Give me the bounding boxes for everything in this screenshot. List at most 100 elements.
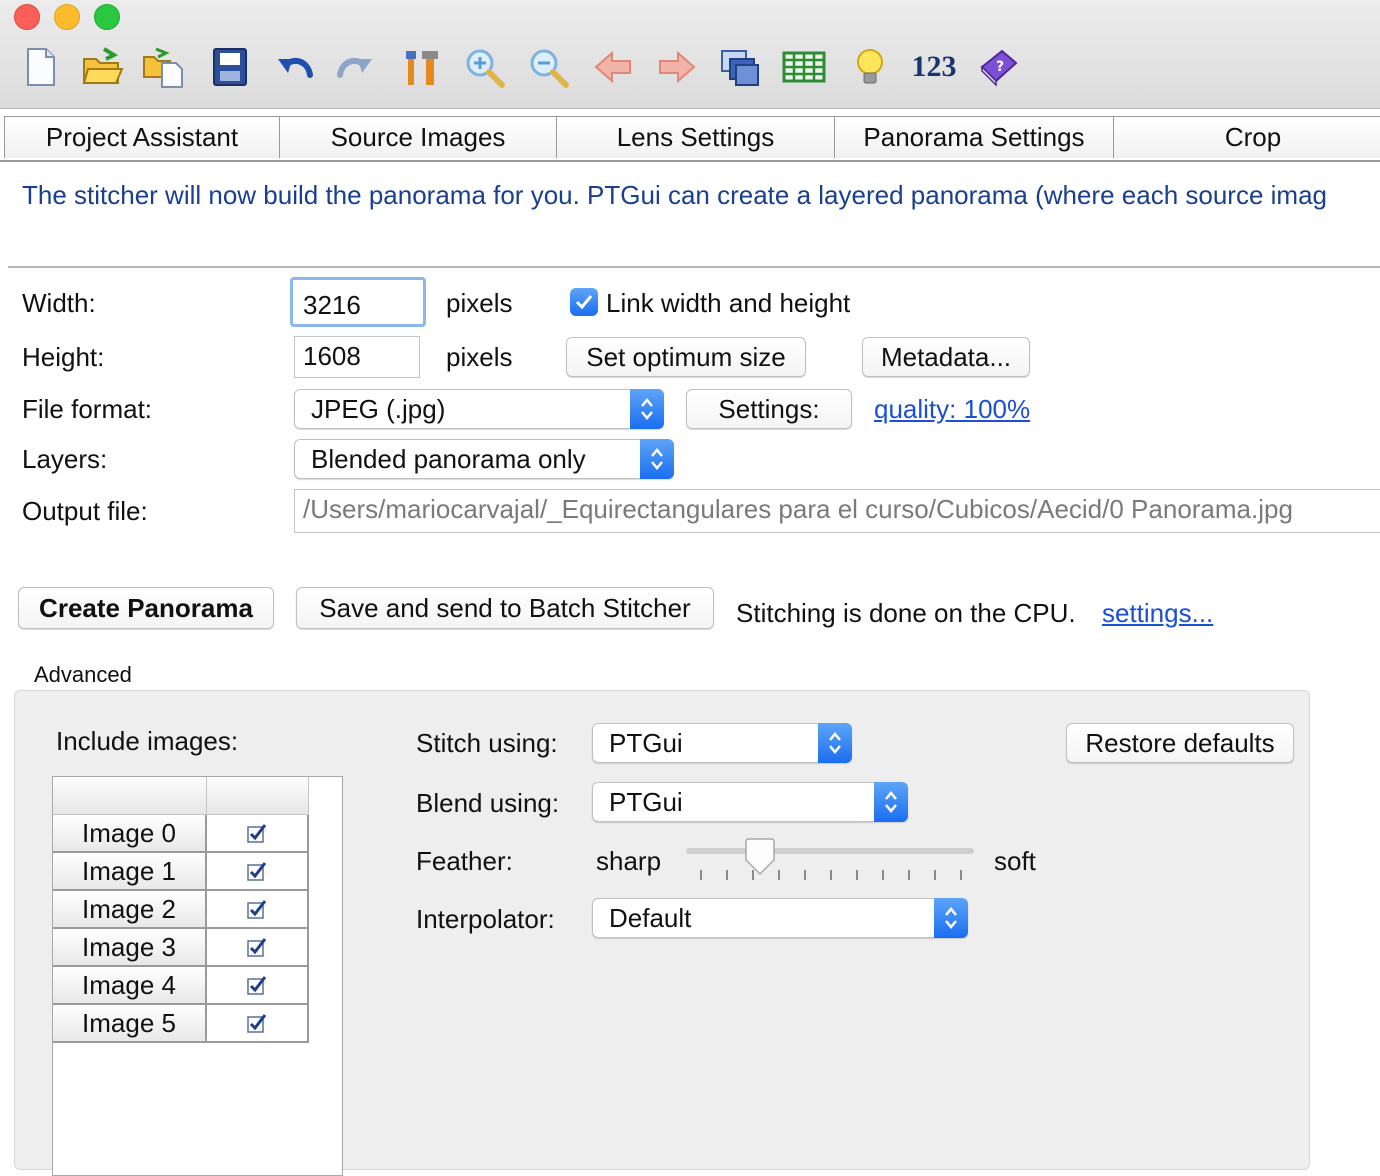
zoom-out-icon[interactable] bbox=[526, 44, 570, 90]
table-header bbox=[207, 777, 309, 815]
open-recent-icon[interactable] bbox=[142, 44, 186, 90]
layers-value: Blended panorama only bbox=[311, 443, 586, 474]
height-unit-label: pixels bbox=[446, 342, 513, 372]
batch-stitcher-button[interactable]: Save and send to Batch Stitcher bbox=[296, 587, 714, 629]
checkbox-checked-icon bbox=[247, 1014, 267, 1033]
checkbox-checked-icon bbox=[247, 976, 267, 995]
width-unit-label: pixels bbox=[446, 288, 513, 318]
stitch-using-value: PTGui bbox=[609, 727, 683, 758]
include-image-checkbox[interactable] bbox=[207, 891, 309, 929]
include-image-checkbox[interactable] bbox=[207, 929, 309, 967]
close-window-button[interactable] bbox=[14, 4, 40, 30]
feather-label: Feather: bbox=[416, 846, 513, 876]
checkbox-checked-icon bbox=[247, 824, 267, 843]
create-panorama-button[interactable]: Create Panorama bbox=[18, 587, 274, 629]
info-text: The stitcher will now build the panorama… bbox=[22, 180, 1327, 210]
arrow-right-icon[interactable] bbox=[654, 44, 698, 90]
select-arrows-icon bbox=[934, 898, 968, 938]
output-file-label: Output file: bbox=[22, 496, 148, 526]
slider-tick bbox=[908, 870, 910, 880]
save-icon[interactable] bbox=[208, 44, 252, 90]
include-image-checkbox[interactable] bbox=[207, 967, 309, 1005]
interpolator-value: Default bbox=[609, 902, 692, 933]
include-image-checkbox[interactable] bbox=[207, 815, 309, 853]
tab-project-assistant[interactable]: Project Assistant bbox=[4, 116, 280, 158]
redo-icon[interactable] bbox=[334, 44, 378, 90]
slider-tick bbox=[804, 870, 806, 880]
layers-select[interactable]: Blended panorama only bbox=[294, 439, 674, 479]
height-input[interactable]: 1608 bbox=[294, 336, 420, 378]
lightbulb-icon[interactable] bbox=[848, 44, 892, 90]
table-icon[interactable] bbox=[782, 44, 826, 90]
stitch-using-select[interactable]: PTGui bbox=[592, 723, 852, 763]
table-row: Image 2 bbox=[53, 891, 309, 929]
toolbar: 123 ? bbox=[0, 0, 1380, 109]
cpu-status-text: Stitching is done on the CPU. bbox=[736, 598, 1076, 628]
interpolator-select[interactable]: Default bbox=[592, 898, 968, 938]
width-input[interactable]: 3216 bbox=[290, 277, 426, 327]
width-label: Width: bbox=[22, 288, 96, 318]
undo-icon[interactable] bbox=[272, 44, 316, 90]
stitch-using-label: Stitch using: bbox=[416, 728, 558, 758]
blend-using-value: PTGui bbox=[609, 786, 683, 817]
feather-soft-label: soft bbox=[994, 846, 1036, 876]
zoom-window-button[interactable] bbox=[94, 4, 120, 30]
file-format-label: File format: bbox=[22, 394, 153, 424]
select-arrows-icon bbox=[640, 439, 674, 479]
tab-panorama-settings[interactable]: Panorama Settings bbox=[834, 116, 1114, 158]
format-settings-button[interactable]: Settings: bbox=[686, 389, 852, 429]
tab-crop[interactable]: Crop bbox=[1113, 116, 1380, 158]
include-images-table: Image 0 Image 1 Image 2 Image 3 Image 4 Image… bbox=[52, 776, 343, 1176]
zoom-in-icon[interactable] bbox=[462, 44, 506, 90]
height-label: Height: bbox=[22, 342, 105, 372]
image-name-cell: Image 1 bbox=[53, 853, 207, 891]
cpu-settings-link[interactable]: settings... bbox=[1102, 598, 1213, 629]
slider-tick bbox=[778, 870, 780, 880]
open-folder-icon[interactable] bbox=[80, 44, 124, 90]
image-name-cell: Image 3 bbox=[53, 929, 207, 967]
feather-sharp-label: sharp bbox=[596, 846, 662, 876]
blend-using-label: Blend using: bbox=[416, 788, 560, 818]
image-name-cell: Image 4 bbox=[53, 967, 207, 1005]
arrow-left-icon[interactable] bbox=[592, 44, 636, 90]
link-width-height-label: Link width and height bbox=[606, 288, 851, 318]
slider-tick bbox=[856, 870, 858, 880]
table-row: Image 5 bbox=[53, 1005, 309, 1043]
tab-source-images[interactable]: Source Images bbox=[279, 116, 557, 158]
help-book-icon[interactable]: ? bbox=[976, 44, 1020, 90]
numbering-icon[interactable]: 123 bbox=[904, 44, 964, 90]
quality-link[interactable]: quality: 100% bbox=[874, 394, 1030, 425]
tab-bar: Project Assistant Source Images Lens Set… bbox=[0, 116, 1380, 162]
checkbox-checked-icon bbox=[247, 862, 267, 881]
table-row: Image 0 bbox=[53, 815, 309, 853]
file-format-value: JPEG (.jpg) bbox=[311, 393, 446, 424]
metadata-button[interactable]: Metadata... bbox=[862, 337, 1030, 377]
checkbox-checked-icon bbox=[247, 938, 267, 957]
table-header bbox=[53, 777, 207, 815]
output-file-input[interactable]: /Users/mariocarvajal/_Equirectangulares … bbox=[294, 489, 1380, 533]
select-arrows-icon bbox=[630, 389, 664, 429]
table-row: Image 3 bbox=[53, 929, 309, 967]
set-optimum-size-button[interactable]: Set optimum size bbox=[566, 337, 806, 377]
restore-defaults-button[interactable]: Restore defaults bbox=[1066, 723, 1294, 763]
tab-lens-settings[interactable]: Lens Settings bbox=[556, 116, 835, 158]
slider-tick bbox=[934, 870, 936, 880]
link-width-height-checkbox[interactable] bbox=[570, 288, 598, 316]
new-document-icon[interactable] bbox=[18, 44, 62, 90]
slider-tick bbox=[726, 870, 728, 880]
minimize-window-button[interactable] bbox=[54, 4, 80, 30]
image-name-cell: Image 0 bbox=[53, 815, 207, 853]
checkmark-icon bbox=[575, 295, 593, 310]
file-format-select[interactable]: JPEG (.jpg) bbox=[294, 389, 664, 429]
include-image-checkbox[interactable] bbox=[207, 853, 309, 891]
panorama-editor-icon[interactable] bbox=[718, 44, 762, 90]
feather-slider-track[interactable] bbox=[686, 848, 974, 854]
slider-tick bbox=[882, 870, 884, 880]
layers-label: Layers: bbox=[22, 444, 108, 474]
image-name-cell: Image 2 bbox=[53, 891, 207, 929]
feather-slider-thumb[interactable] bbox=[744, 838, 776, 878]
include-image-checkbox[interactable] bbox=[207, 1005, 309, 1043]
table-row: Image 4 bbox=[53, 967, 309, 1005]
blend-using-select[interactable]: PTGui bbox=[592, 782, 908, 822]
tools-icon[interactable] bbox=[398, 44, 442, 90]
